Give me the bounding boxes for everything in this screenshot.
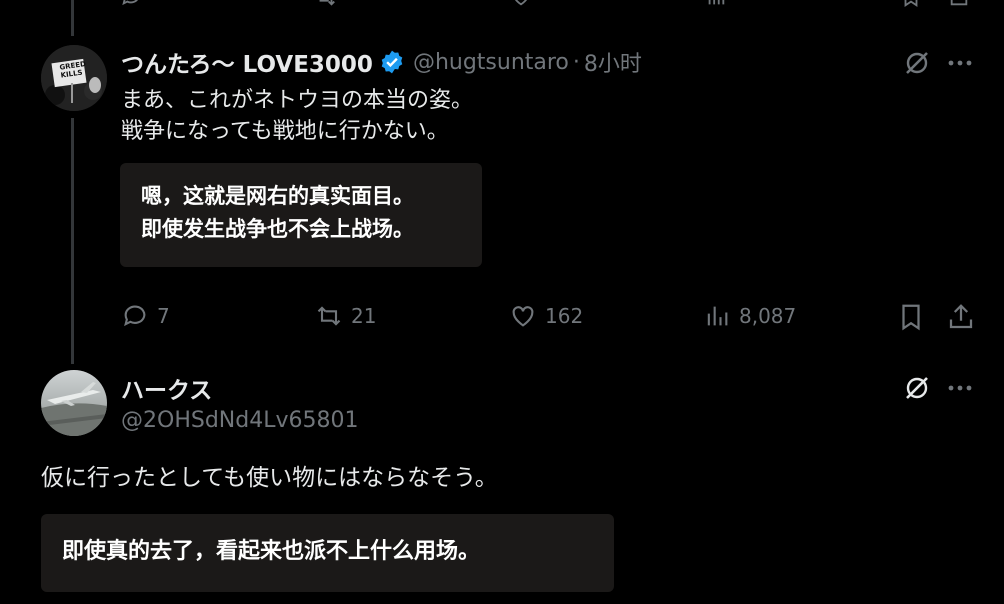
grok-icon[interactable] [902, 48, 932, 78]
handle[interactable]: @2OHSdNd4Lv65801 [121, 408, 358, 433]
reply-icon [124, 305, 146, 327]
more-icon[interactable] [947, 50, 973, 76]
avatar-image [41, 370, 107, 436]
tweet-text-line2: 戦争になっても戦地に行かない。 [121, 119, 449, 144]
tweet-text-line1: まあ、これがネトウヨの本当の姿。 [121, 88, 474, 113]
translation-box: 嗯，这就是网右的真实面目。 即使发生战争也不会上战场。 [120, 163, 482, 267]
translation-line1: 嗯，这就是网右的真实面目。 [141, 184, 414, 208]
repost-icon[interactable] [315, 0, 337, 8]
display-name[interactable]: つんたろ〜 LOVE3000 [121, 45, 373, 79]
views-count: 8,087 [739, 304, 797, 328]
previous-tweet-actions [120, 0, 980, 8]
like-icon[interactable] [510, 0, 532, 8]
timestamp[interactable]: 8小时 [584, 46, 642, 78]
more-icon[interactable] [947, 375, 973, 401]
translation-box: 即使真的去了，看起来也派不上什么用场。 [41, 514, 614, 592]
repost-button[interactable]: 21 [315, 302, 376, 330]
avatar-sign-text: GREED KILLS [59, 60, 86, 80]
thread-line [71, 118, 74, 364]
views-icon[interactable] [705, 0, 727, 8]
reply-count: 7 [157, 304, 170, 328]
like-button[interactable]: 162 [509, 302, 583, 330]
verified-icon [381, 50, 403, 74]
repost-icon [317, 306, 341, 326]
reply-icon[interactable] [120, 0, 142, 8]
handle-row: @2OHSdNd4Lv65801 [121, 405, 358, 435]
tweet-thread-view: { "tweet1": { "display_name": "つんたろ〜 LOV… [0, 0, 1004, 604]
handle[interactable]: @hugtsuntaro [413, 50, 569, 75]
tweet-header: つんたろ〜 LOVE3000 @hugtsuntaro · 8小时 [121, 45, 642, 79]
translation-line2: 即使发生战争也不会上战场。 [141, 217, 414, 241]
translation-line1: 即使真的去了，看起来也派不上什么用场。 [62, 539, 481, 564]
tweet-header: ハークス [121, 372, 212, 404]
views-button[interactable]: 8,087 [703, 302, 796, 330]
bookmark-icon[interactable] [900, 0, 922, 8]
like-count: 162 [545, 304, 584, 328]
display-name[interactable]: ハークス [121, 371, 212, 405]
bookmark-icon[interactable] [896, 302, 926, 332]
thread-line-top [71, 0, 74, 36]
avatar-image [41, 45, 107, 111]
repost-count: 21 [351, 304, 377, 328]
tweet-text: 仮に行ったとしても使い物にはならなそう。 [41, 465, 498, 491]
share-icon[interactable] [948, 0, 970, 8]
share-icon[interactable] [946, 302, 976, 332]
like-icon [512, 306, 534, 327]
avatar[interactable] [41, 370, 107, 436]
tweet-text: まあ、これがネトウヨの本当の姿。 戦争になっても戦地に行かない。 [121, 85, 473, 147]
views-icon [707, 306, 728, 326]
avatar[interactable]: GREED KILLS [41, 45, 107, 111]
reply-button[interactable]: 7 [121, 302, 170, 330]
grok-icon[interactable] [902, 373, 932, 403]
separator-dot: · [572, 49, 580, 75]
